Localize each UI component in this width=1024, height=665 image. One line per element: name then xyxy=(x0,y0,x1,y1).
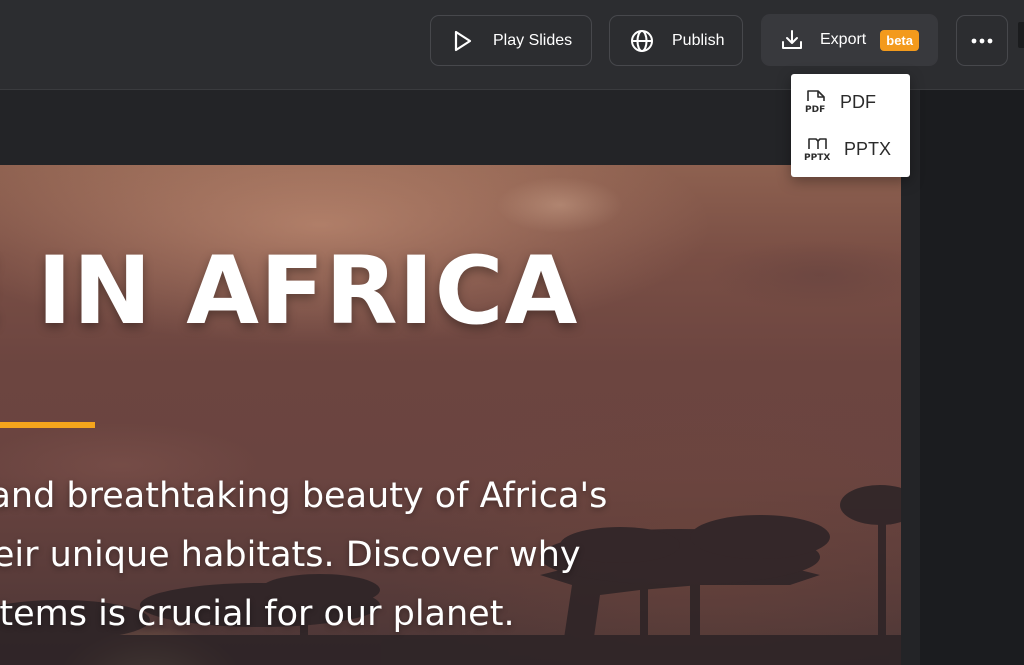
slide-title: E IN AFRICA xyxy=(0,237,579,346)
export-pptx-option[interactable]: PPTX PPTX xyxy=(791,127,910,171)
publish-button[interactable]: Publish xyxy=(609,15,743,66)
more-options-button[interactable] xyxy=(956,15,1008,66)
pptx-file-icon: PPTX xyxy=(804,138,830,163)
title-accent-line xyxy=(0,422,95,428)
play-slides-label: Play Slides xyxy=(493,31,573,49)
right-panel xyxy=(920,90,1024,665)
slide-body-line-3: ecosystems is crucial for our planet. xyxy=(0,594,515,634)
globe-icon xyxy=(631,29,653,52)
export-pdf-option[interactable]: PDF PDF xyxy=(791,80,910,124)
slide-body-text: ersity and breathtaking beauty of Africa… xyxy=(0,467,780,644)
play-slides-button[interactable]: Play Slides xyxy=(430,15,592,66)
slide-body-line-2: and their unique habitats. Discover why xyxy=(0,535,581,575)
export-menu: PDF PDF PPTX PPTX xyxy=(791,74,910,177)
pdf-icon-text: PDF xyxy=(805,105,825,115)
export-button[interactable]: Export beta xyxy=(761,14,938,66)
publish-label: Publish xyxy=(672,31,725,49)
pptx-icon-text: PPTX xyxy=(804,153,830,163)
download-icon xyxy=(782,30,802,49)
slide-canvas[interactable]: E IN AFRICA ersity and breathtaking beau… xyxy=(0,165,901,665)
export-label: Export xyxy=(820,31,867,48)
beta-badge: beta xyxy=(880,29,919,51)
pdf-file-icon: PDF xyxy=(805,90,825,115)
toolbar-edge xyxy=(1018,22,1024,48)
pdf-label: PDF xyxy=(840,91,876,112)
slide-body-line-1: ersity and breathtaking beauty of Africa… xyxy=(0,476,608,516)
pptx-label: PPTX xyxy=(844,138,892,159)
ellipsis-icon xyxy=(971,38,993,43)
play-icon xyxy=(454,30,472,51)
